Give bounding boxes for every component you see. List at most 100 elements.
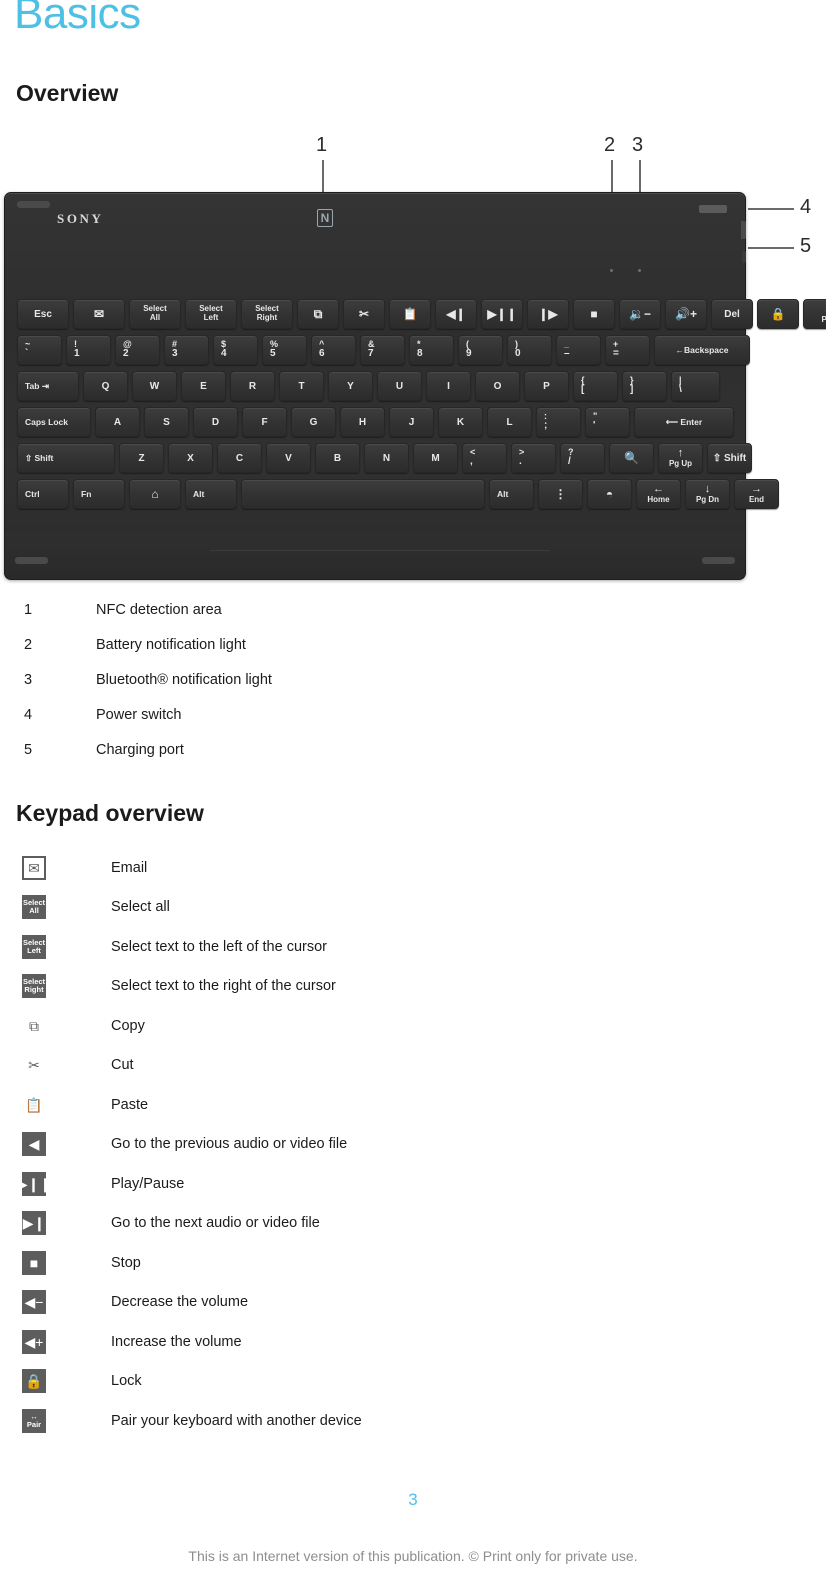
key-label: | \ bbox=[679, 375, 682, 396]
key-tab[interactable]: Tab ⇥ bbox=[17, 371, 79, 401]
key-.[interactable]: >. bbox=[511, 443, 556, 473]
key-label: E bbox=[200, 380, 207, 392]
key-play-pause[interactable]: ▶❙❙ bbox=[481, 299, 523, 329]
key-copy[interactable]: ⧉ bbox=[297, 299, 339, 329]
paste-icon: 📋 bbox=[402, 307, 418, 321]
key-fn[interactable]: Fn bbox=[73, 479, 125, 509]
key-;[interactable]: :; bbox=[536, 407, 581, 437]
key-v[interactable]: V bbox=[266, 443, 311, 473]
key-spacebar[interactable] bbox=[241, 479, 485, 509]
overview-legend-row: 2 Battery notification light bbox=[0, 637, 826, 672]
keypad-row: ✂ Cut bbox=[0, 1046, 826, 1086]
keypad-row: Select Left Select text to the left of the… bbox=[0, 927, 826, 967]
key-z[interactable]: Z bbox=[119, 443, 164, 473]
key-enter[interactable]: ⟵ Enter bbox=[634, 407, 734, 437]
key-w[interactable]: W bbox=[132, 371, 177, 401]
key-caps-lock[interactable]: Caps Lock bbox=[17, 407, 91, 437]
key-c[interactable]: C bbox=[217, 443, 262, 473]
overview-legend-label: Bluetooth® notification light bbox=[96, 672, 272, 688]
key-i[interactable]: I bbox=[426, 371, 471, 401]
key-label: N bbox=[382, 452, 391, 464]
key-←Backspace[interactable]: ←Backspace bbox=[654, 335, 750, 365]
keypad-icon-text: ↔ Pair bbox=[26, 1411, 42, 1429]
key-shift[interactable]: ⇧ Shift bbox=[707, 443, 752, 473]
key-r[interactable]: R bbox=[230, 371, 275, 401]
key-n[interactable]: N bbox=[364, 443, 409, 473]
key-/[interactable]: ? / bbox=[560, 443, 605, 473]
overview-legend-row: 1 NFC detection area bbox=[0, 602, 826, 637]
key-6[interactable]: ^ 6 bbox=[311, 335, 356, 365]
key-\[interactable]: | \ bbox=[671, 371, 720, 401]
key-h[interactable]: H bbox=[340, 407, 385, 437]
power-switch[interactable] bbox=[699, 205, 727, 213]
key-'[interactable]: " ' bbox=[585, 407, 630, 437]
key-label: W bbox=[149, 380, 160, 392]
key-email[interactable]: ✉ bbox=[73, 299, 125, 329]
copy-icon: ⧉ bbox=[313, 307, 323, 321]
key[interactable]: Select Left bbox=[185, 299, 237, 329]
key-b[interactable]: B bbox=[315, 443, 360, 473]
key-2[interactable]: @2 bbox=[115, 335, 160, 365]
key-pair[interactable]: ↔Pair bbox=[803, 299, 826, 329]
key-e[interactable]: E bbox=[181, 371, 226, 401]
key-x[interactable]: X bbox=[168, 443, 213, 473]
key-o[interactable]: O bbox=[475, 371, 520, 401]
key-–[interactable]: _ – bbox=[556, 335, 601, 365]
key-s[interactable]: S bbox=[144, 407, 189, 437]
key-t[interactable]: T bbox=[279, 371, 324, 401]
key-1[interactable]: ! 1 bbox=[66, 335, 111, 365]
key-7[interactable]: & 7 bbox=[360, 335, 405, 365]
key-previous-track[interactable]: ◀❙ bbox=[435, 299, 477, 329]
key-[[interactable]: {[ bbox=[573, 371, 618, 401]
key-p[interactable]: P bbox=[524, 371, 569, 401]
key-3[interactable]: #3 bbox=[164, 335, 209, 365]
key-esc[interactable]: Esc bbox=[17, 299, 69, 329]
key-l[interactable]: L bbox=[487, 407, 532, 437]
key-d[interactable]: D bbox=[193, 407, 238, 437]
key-menu[interactable]: ⋮ bbox=[538, 479, 583, 509]
key-volume-up[interactable]: 🔊+ bbox=[665, 299, 707, 329]
key-5[interactable]: % 5 bbox=[262, 335, 307, 365]
key-k[interactable]: K bbox=[438, 407, 483, 437]
key-4[interactable]: $4 bbox=[213, 335, 258, 365]
key-u[interactable]: U bbox=[377, 371, 422, 401]
key-][interactable]: }] bbox=[622, 371, 667, 401]
key-j[interactable]: J bbox=[389, 407, 434, 437]
key[interactable]: Select Right bbox=[241, 299, 293, 329]
key-next-track[interactable]: ❙▶ bbox=[527, 299, 569, 329]
key-0[interactable]: ) 0 bbox=[507, 335, 552, 365]
key-volume-down[interactable]: 🔉− bbox=[619, 299, 661, 329]
key-y[interactable]: Y bbox=[328, 371, 373, 401]
key-search[interactable]: 🔍 bbox=[609, 443, 654, 473]
key-g[interactable]: G bbox=[291, 407, 336, 437]
key[interactable]: Select All bbox=[129, 299, 181, 329]
key-ctrl[interactable]: Ctrl bbox=[17, 479, 69, 509]
key-home[interactable]: ⌂ bbox=[129, 479, 181, 509]
key-a[interactable]: A bbox=[95, 407, 140, 437]
key-home-key[interactable]: ← Home bbox=[636, 479, 681, 509]
key-m[interactable]: M bbox=[413, 443, 458, 473]
key-f[interactable]: F bbox=[242, 407, 287, 437]
key-del[interactable]: Del bbox=[711, 299, 753, 329]
key-paste[interactable]: 📋 bbox=[389, 299, 431, 329]
key-shift[interactable]: ⇧ Shift bbox=[17, 443, 115, 473]
key-page-down[interactable]: ↓ Pg Dn bbox=[685, 479, 730, 509]
key-alt[interactable]: Alt bbox=[185, 479, 237, 509]
key-label: Select All bbox=[143, 304, 167, 322]
key-stop[interactable]: ■ bbox=[573, 299, 615, 329]
keypad-label: Go to the previous audio or video file bbox=[111, 1136, 348, 1153]
key-page-up[interactable]: ↑ Pg Up bbox=[658, 443, 703, 473]
key-cut[interactable]: ✂ bbox=[343, 299, 385, 329]
key-9[interactable]: (9 bbox=[458, 335, 503, 365]
key-=[interactable]: + = bbox=[605, 335, 650, 365]
key-`[interactable]: ~ ` bbox=[17, 335, 62, 365]
keypad-label: Pair your keyboard with another device bbox=[111, 1412, 362, 1429]
key-q[interactable]: Q bbox=[83, 371, 128, 401]
key-,[interactable]: <, bbox=[462, 443, 507, 473]
key-end-key[interactable]: → End bbox=[734, 479, 779, 509]
key-lock[interactable]: 🔒 bbox=[757, 299, 799, 329]
play-pause-icon: ▶❙❙ bbox=[487, 307, 517, 321]
key-8[interactable]: * 8 bbox=[409, 335, 454, 365]
key-language[interactable]: ◓ bbox=[587, 479, 632, 509]
key-alt[interactable]: Alt bbox=[489, 479, 534, 509]
